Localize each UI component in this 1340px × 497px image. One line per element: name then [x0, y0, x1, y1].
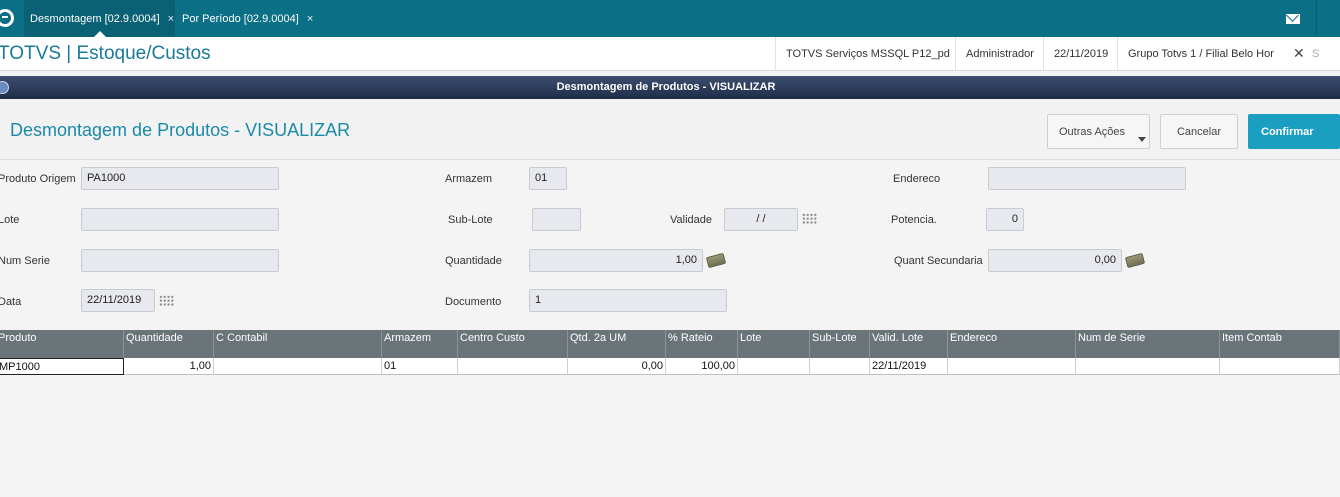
- quant-secundaria-label: Quant Secundaria: [894, 255, 983, 267]
- close-label: S: [1312, 48, 1320, 60]
- num-serie-field[interactable]: [81, 249, 279, 272]
- data-label: Data: [0, 296, 22, 308]
- grid-cell-produto[interactable]: MP1000: [0, 358, 124, 375]
- column-header-quantidade[interactable]: Quantidade: [124, 330, 214, 358]
- lote-label: Lote: [0, 214, 20, 226]
- chevron-down-icon: [1138, 137, 1146, 142]
- quantidade-field[interactable]: 1,00: [529, 249, 703, 272]
- mail-icon[interactable]: [1286, 14, 1300, 24]
- grid-cell-item-contab[interactable]: [1220, 358, 1340, 375]
- cancel-button[interactable]: Cancelar: [1160, 114, 1238, 149]
- more-actions-button[interactable]: Outras Ações: [1047, 114, 1150, 149]
- num-serie-label: Num Serie: [0, 255, 50, 267]
- tab-label: Por Período [02.9.0004]: [182, 12, 299, 25]
- sub-lote-label: Sub-Lote: [448, 214, 493, 226]
- grid-cell-valid-lote[interactable]: 22/11/2019: [870, 358, 948, 375]
- grid-cell-num-de-serie[interactable]: [1076, 358, 1220, 375]
- column-header-c-contabil[interactable]: C Contabil: [214, 330, 382, 358]
- endereco-field[interactable]: [988, 167, 1186, 190]
- grid-cell-armazem[interactable]: 01: [382, 358, 458, 375]
- app-header: TOTVS | Estoque/Custos TOTVS Serviços MS…: [0, 37, 1340, 71]
- column-header-armazem[interactable]: Armazem: [382, 330, 458, 358]
- tab-close-icon[interactable]: ×: [168, 13, 174, 25]
- grid-cell-centro-custo[interactable]: [458, 358, 568, 375]
- user-info: Administrador: [955, 37, 1044, 71]
- column-header-rateio[interactable]: % Rateio: [666, 330, 738, 358]
- page-header: Desmontagem de Produtos - VISUALIZAR Out…: [0, 99, 1340, 160]
- dialog-title: Desmontagem de Produtos - VISUALIZAR: [556, 81, 776, 93]
- tab-por-periodo[interactable]: Por Período [02.9.0004] ×: [176, 0, 316, 37]
- column-header-centro-custo[interactable]: Centro Custo: [458, 330, 568, 358]
- validade-field[interactable]: / /: [724, 208, 798, 231]
- close-icon[interactable]: ✕: [1293, 45, 1305, 62]
- top-tab-bar: Desmontagem [02.9.0004] × Por Período [0…: [0, 0, 1340, 37]
- armazem-label: Armazem: [445, 173, 493, 185]
- calendar-icon[interactable]: [802, 213, 817, 225]
- page-title: Desmontagem de Produtos - VISUALIZAR: [10, 120, 351, 140]
- calendar-icon[interactable]: [159, 295, 174, 307]
- validade-label: Validade: [670, 214, 712, 226]
- potencia-field[interactable]: 0: [986, 208, 1024, 231]
- lote-field[interactable]: [81, 208, 279, 231]
- produto-origem-field[interactable]: PA1000: [81, 167, 279, 190]
- column-header-endereco[interactable]: Endereco: [948, 330, 1076, 358]
- data-field[interactable]: 22/11/2019: [81, 289, 155, 312]
- documento-field[interactable]: 1: [529, 289, 727, 312]
- column-header-valid-lote[interactable]: Valid. Lote: [870, 330, 948, 358]
- grid-cell-c-contabil[interactable]: [214, 358, 382, 375]
- endereco-label: Endereco: [893, 173, 941, 185]
- grid-cell-qtd-2a-um[interactable]: 0,00: [568, 358, 666, 375]
- column-header-item-contab[interactable]: Item Contab: [1220, 330, 1340, 358]
- grid-cell-lote[interactable]: [738, 358, 810, 375]
- grid-cell-endereco[interactable]: [948, 358, 1076, 375]
- more-actions-label: Outras Ações: [1059, 125, 1126, 138]
- environment-info: TOTVS Serviços MSSQL P12_pd: [775, 37, 960, 71]
- totvs-logo-icon[interactable]: [0, 9, 14, 27]
- sub-lote-field[interactable]: [532, 208, 581, 231]
- dialog-title-bar: Desmontagem de Produtos - VISUALIZAR: [0, 76, 1340, 99]
- column-header-num-de-serie[interactable]: Num de Serie: [1076, 330, 1220, 358]
- confirm-button[interactable]: Confirmar: [1248, 114, 1340, 149]
- quant-secundaria-field[interactable]: 0,00: [988, 249, 1122, 272]
- column-header-lote[interactable]: Lote: [738, 330, 810, 358]
- divider: [1316, 0, 1317, 37]
- company-info: Grupo Totvs 1 / Filial Belo Hor: [1117, 37, 1284, 71]
- column-header-qtd-2a-um[interactable]: Qtd. 2a UM: [568, 330, 666, 358]
- armazem-field[interactable]: 01: [529, 167, 567, 190]
- date-info: 22/11/2019: [1043, 37, 1118, 71]
- tab-desmontagem[interactable]: Desmontagem [02.9.0004] ×: [24, 0, 175, 37]
- column-header-sub-lote[interactable]: Sub-Lote: [810, 330, 870, 358]
- tab-label: Desmontagem [02.9.0004]: [30, 12, 160, 25]
- app-title: TOTVS | Estoque/Custos: [0, 43, 211, 64]
- grid-cell-sub-lote[interactable]: [810, 358, 870, 375]
- documento-label: Documento: [445, 296, 502, 308]
- quantidade-label: Quantidade: [445, 255, 502, 267]
- grid-cell-quantidade[interactable]: 1,00: [124, 358, 214, 375]
- produto-origem-label: Produto Origem: [0, 173, 76, 185]
- potencia-label: Potencia.: [891, 214, 937, 226]
- tab-close-icon[interactable]: ×: [307, 13, 313, 25]
- money-icon[interactable]: [1124, 252, 1146, 269]
- money-icon[interactable]: [705, 252, 727, 269]
- column-header-produto[interactable]: Produto: [0, 330, 124, 358]
- grid-cell-rateio[interactable]: 100,00: [666, 358, 738, 375]
